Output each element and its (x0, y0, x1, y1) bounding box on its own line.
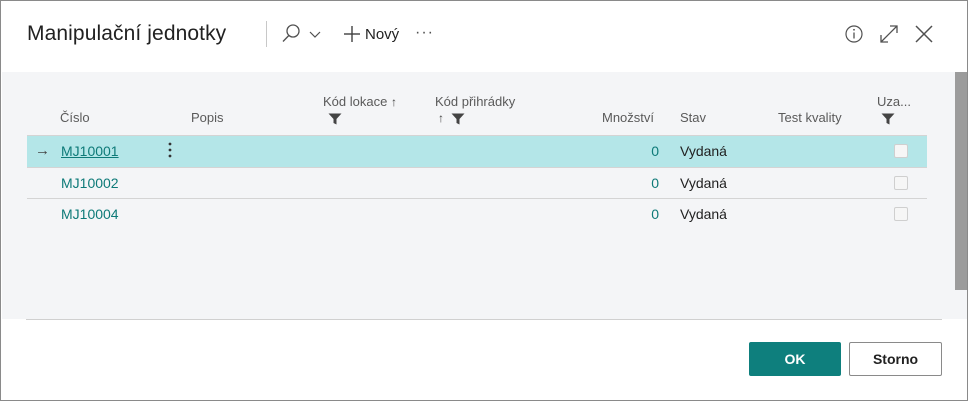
row-mnozstvi-value[interactable]: 0 (619, 206, 659, 222)
sort-ascending-icon: ↑ (438, 111, 444, 125)
filter-icon (881, 113, 895, 125)
row-actions-icon[interactable] (164, 139, 176, 161)
ok-button[interactable]: OK (749, 342, 841, 376)
table-row[interactable]: → MJ10001 0 Vydaná (27, 136, 927, 167)
info-icon (845, 25, 863, 43)
dialog: Manipulační jednotky Nový ··· Číslo Popi… (0, 0, 968, 401)
row-cislo-link[interactable]: MJ10001 (61, 143, 119, 159)
filter-icon (328, 113, 342, 125)
footer-divider (26, 319, 942, 320)
column-header-kod-lokace[interactable]: Kód lokace ↑ (323, 94, 397, 109)
row-cislo-link[interactable]: MJ10002 (61, 175, 119, 191)
more-options-button[interactable]: ··· (415, 20, 441, 48)
column-header-cislo[interactable]: Číslo (60, 110, 90, 125)
table-row[interactable]: MJ10004 0 Vydaná (27, 199, 927, 230)
row-mnozstvi-value[interactable]: 0 (619, 143, 659, 159)
row-uzavreno-checkbox[interactable] (894, 176, 908, 190)
close-icon (915, 25, 933, 43)
header-separator (266, 21, 267, 47)
current-row-arrow-icon: → (35, 142, 50, 159)
sort-ascending-icon: ↑ (390, 95, 397, 109)
close-button[interactable] (911, 21, 937, 47)
search-icon (282, 24, 321, 42)
column-header-stav[interactable]: Stav (680, 110, 706, 125)
dialog-header: Manipulační jednotky Nový ··· (1, 1, 967, 71)
scrollbar-thumb[interactable] (955, 72, 967, 290)
row-uzavreno-checkbox[interactable] (894, 207, 908, 221)
column-header-kod-prihradky[interactable]: Kód přihrádky (435, 94, 515, 109)
expand-button[interactable] (876, 21, 902, 47)
new-button-label: Nový (365, 25, 400, 43)
row-stav-value: Vydaná (680, 206, 727, 222)
dialog-title: Manipulační jednotky (27, 22, 227, 45)
table-row[interactable]: MJ10002 0 Vydaná (27, 168, 927, 199)
info-button[interactable] (841, 21, 867, 47)
list-area: Číslo Popis Kód lokace ↑ Kód přihrádky ↑… (2, 72, 953, 319)
column-header-kod-lokace-label: Kód lokace (323, 94, 388, 109)
row-cislo-link[interactable]: MJ10004 (61, 206, 119, 222)
column-header-test-kvality[interactable]: Test kvality (778, 110, 842, 125)
column-header-popis[interactable]: Popis (191, 110, 224, 125)
new-button[interactable]: Nový (342, 20, 399, 48)
plus-icon (344, 26, 360, 42)
row-mnozstvi-value[interactable]: 0 (619, 175, 659, 191)
row-stav-value: Vydaná (680, 143, 727, 159)
filter-icon (451, 113, 465, 125)
search-button[interactable] (279, 20, 327, 48)
cancel-button[interactable]: Storno (849, 342, 942, 376)
column-header-uzavreno[interactable]: Uza... (877, 94, 911, 109)
expand-icon (880, 25, 898, 43)
row-uzavreno-checkbox[interactable] (894, 144, 908, 158)
vertical-scrollbar[interactable] (953, 72, 967, 319)
row-stav-value: Vydaná (680, 175, 727, 191)
column-header-mnozstvi[interactable]: Množství (602, 110, 654, 125)
